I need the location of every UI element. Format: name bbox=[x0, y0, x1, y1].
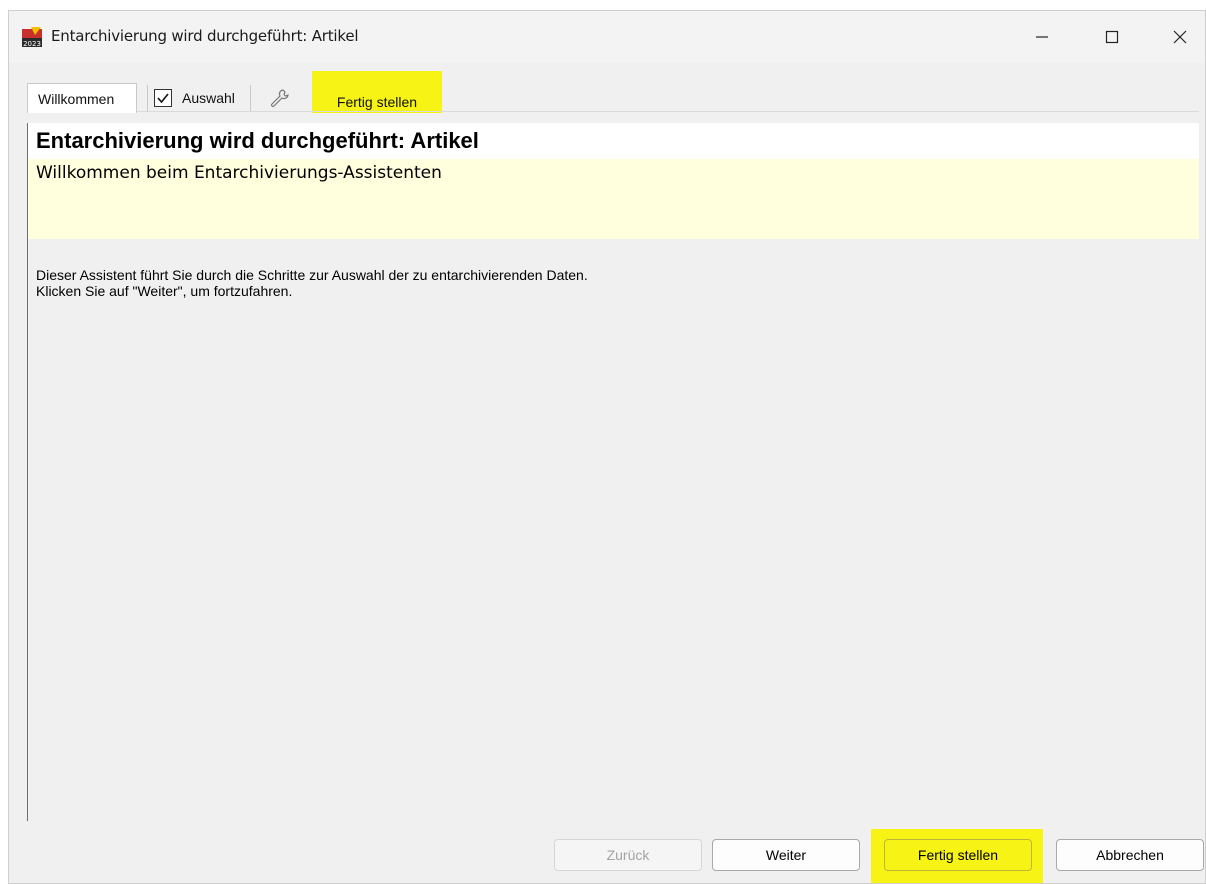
close-icon bbox=[1173, 30, 1187, 44]
description-line: Dieser Assistent führt Sie durch die Sch… bbox=[36, 267, 588, 283]
back-button[interactable]: Zurück bbox=[554, 839, 702, 871]
maximize-button[interactable] bbox=[1089, 17, 1135, 57]
checkbox-checked-icon bbox=[154, 89, 172, 107]
tab-label: Fertig stellen bbox=[336, 94, 418, 110]
page-title: Entarchivierung wird durchgeführt: Artik… bbox=[36, 128, 479, 153]
tab-label: Auswahl bbox=[182, 90, 235, 106]
minimize-button[interactable] bbox=[1019, 17, 1065, 57]
wizard-page: Entarchivierung wird durchgeführt: Artik… bbox=[27, 123, 1199, 821]
tab-label: Willkommen bbox=[38, 90, 115, 107]
app-2023-icon: 2023 bbox=[22, 27, 42, 48]
wizard-window: 2023 Entarchivierung wird durchgeführt: … bbox=[8, 10, 1206, 884]
close-button[interactable] bbox=[1157, 17, 1203, 57]
wrench-icon bbox=[271, 89, 289, 107]
maximize-icon bbox=[1105, 30, 1119, 44]
tabstrip-divider bbox=[27, 111, 1199, 112]
tab-settings[interactable] bbox=[261, 85, 297, 111]
page-subtitle: Willkommen beim Entarchivierungs-Assiste… bbox=[36, 163, 442, 183]
page-description: Dieser Assistent führt Sie durch die Sch… bbox=[36, 267, 588, 299]
wizard-tabstrip: Willkommen Auswahl Fertig stellen bbox=[17, 71, 1199, 113]
tab-willkommen[interactable]: Willkommen bbox=[27, 83, 137, 113]
finish-button[interactable]: Fertig stellen bbox=[884, 839, 1032, 871]
cancel-button[interactable]: Abbrechen bbox=[1056, 839, 1204, 871]
next-button[interactable]: Weiter bbox=[712, 839, 860, 871]
minimize-icon bbox=[1036, 36, 1048, 38]
description-line: Klicken Sie auf "Weiter", um fortzufahre… bbox=[36, 283, 293, 299]
page-subtitle-band: Willkommen beim Entarchivierungs-Assiste… bbox=[28, 159, 1199, 239]
window-title: Entarchivierung wird durchgeführt: Artik… bbox=[51, 27, 359, 45]
tab-auswahl[interactable]: Auswahl bbox=[147, 85, 251, 111]
svg-text:2023: 2023 bbox=[23, 40, 41, 48]
title-bar: 2023 Entarchivierung wird durchgeführt: … bbox=[9, 11, 1205, 63]
tab-fertig-stellen[interactable]: Fertig stellen bbox=[312, 89, 442, 115]
page-header: Entarchivierung wird durchgeführt: Artik… bbox=[28, 123, 1199, 159]
